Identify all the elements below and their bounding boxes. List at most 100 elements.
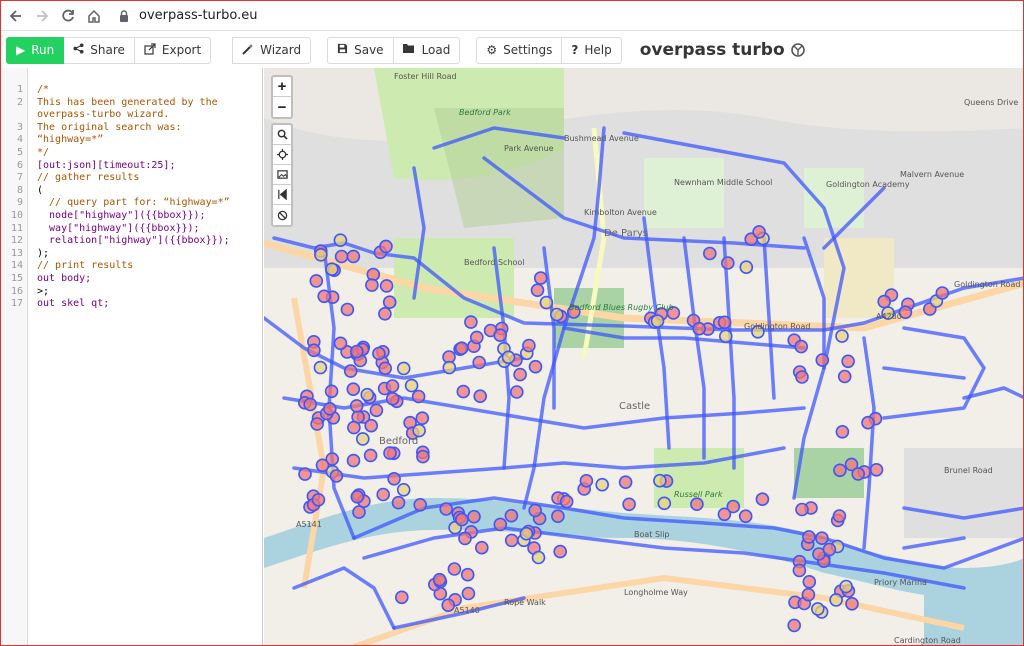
highway-node[interactable] (412, 423, 426, 438)
highway-node[interactable] (472, 355, 486, 370)
highway-node[interactable] (460, 567, 475, 582)
highway-node[interactable] (311, 492, 326, 507)
highway-node[interactable] (549, 307, 564, 322)
highway-node[interactable] (309, 274, 324, 288)
home-icon[interactable] (83, 5, 105, 27)
highway-node[interactable] (752, 225, 766, 239)
highway-node[interactable] (801, 587, 816, 602)
highway-node[interactable] (378, 361, 392, 376)
image-icon[interactable] (273, 165, 291, 185)
wizard-button[interactable]: Wizard (232, 36, 312, 64)
query-editor[interactable]: 1 /* 2 This has been generated by the overpa… (1, 68, 263, 645)
highway-node[interactable] (595, 477, 610, 492)
highway-node[interactable] (356, 432, 370, 446)
highway-node[interactable] (432, 572, 447, 587)
forward-icon[interactable] (31, 5, 53, 27)
highway-node[interactable] (833, 463, 847, 478)
highway-node[interactable] (442, 360, 457, 375)
highway-node[interactable] (618, 475, 633, 490)
map-canvas[interactable] (264, 68, 1024, 646)
locate-icon[interactable] (273, 145, 291, 165)
highway-node[interactable] (334, 249, 349, 264)
highway-node[interactable] (690, 497, 704, 512)
highway-node[interactable] (720, 256, 735, 270)
highway-node[interactable] (579, 473, 594, 488)
highway-node[interactable] (369, 403, 384, 418)
highway-node[interactable] (333, 336, 348, 351)
highway-node[interactable] (845, 596, 859, 611)
highway-node[interactable] (413, 497, 427, 512)
highway-node[interactable] (717, 315, 732, 330)
highway-node[interactable] (396, 361, 411, 376)
highway-node[interactable] (837, 369, 852, 384)
highway-node[interactable] (395, 590, 409, 605)
highway-node[interactable] (792, 563, 807, 578)
highway-node[interactable] (385, 379, 400, 393)
highway-node[interactable] (822, 542, 837, 557)
highway-node[interactable] (802, 574, 817, 589)
highway-node[interactable] (365, 278, 379, 292)
highway-node[interactable] (810, 602, 825, 616)
highway-node[interactable] (416, 449, 430, 464)
load-button[interactable]: Load (393, 36, 461, 64)
highway-node[interactable] (360, 387, 375, 402)
no-data-icon[interactable] (273, 205, 291, 225)
highway-node[interactable] (692, 321, 707, 336)
highway-node[interactable] (851, 467, 866, 481)
highway-node[interactable] (531, 550, 546, 565)
highway-node[interactable] (372, 346, 386, 361)
highway-node[interactable] (314, 248, 328, 262)
map-view[interactable]: Foster Hill Road Bedford Park Park Avenue N… (264, 68, 1024, 646)
run-button[interactable]: ▶ Run (6, 36, 65, 64)
highway-node[interactable] (795, 502, 809, 517)
highway-node[interactable] (455, 512, 469, 527)
highway-node[interactable] (313, 360, 328, 375)
highway-node[interactable] (815, 353, 830, 367)
highway-node[interactable] (802, 530, 816, 544)
highway-node[interactable] (533, 271, 548, 285)
zoom-in-button[interactable]: + (273, 77, 291, 97)
fit-data-icon[interactable] (273, 185, 291, 205)
reload-icon[interactable] (57, 5, 79, 27)
highway-node[interactable] (346, 382, 361, 397)
highway-node[interactable] (829, 593, 843, 607)
highway-node[interactable] (467, 509, 481, 524)
highway-node[interactable] (539, 295, 554, 310)
highway-node[interactable] (650, 314, 665, 328)
highway-node[interactable] (346, 249, 361, 264)
highway-node[interactable] (755, 492, 770, 507)
highway-node[interactable] (702, 246, 717, 261)
highway-node[interactable] (493, 517, 508, 532)
highway-node[interactable] (298, 467, 312, 481)
export-button[interactable]: Export (134, 36, 212, 64)
highway-node[interactable] (504, 508, 519, 523)
highway-node[interactable] (935, 286, 950, 300)
highway-node[interactable] (461, 586, 476, 601)
highway-node[interactable] (324, 384, 339, 399)
highway-node[interactable] (835, 329, 849, 343)
highway-node[interactable] (350, 344, 364, 359)
zoom-out-button[interactable]: − (273, 97, 291, 117)
highway-node[interactable] (387, 471, 401, 486)
highway-node[interactable] (717, 507, 732, 522)
url-bar[interactable]: overpass-turbo.eu (117, 8, 257, 23)
highway-node[interactable] (349, 399, 364, 413)
highway-node[interactable] (861, 415, 875, 430)
highway-node[interactable] (439, 502, 453, 516)
highway-node[interactable] (404, 378, 419, 393)
highway-node[interactable] (415, 411, 430, 426)
highway-node[interactable] (869, 462, 884, 477)
highway-node[interactable] (325, 262, 339, 276)
highway-node[interactable] (363, 448, 378, 463)
highway-node[interactable] (464, 315, 478, 329)
highway-node[interactable] (528, 359, 543, 374)
save-button[interactable]: Save (327, 36, 394, 64)
settings-button[interactable]: ⚙ Settings (476, 36, 563, 64)
highway-node[interactable] (835, 424, 850, 439)
highway-node[interactable] (333, 233, 348, 247)
highway-node[interactable] (513, 367, 527, 382)
highway-node[interactable] (510, 385, 524, 399)
highway-node[interactable] (376, 487, 390, 502)
highway-node[interactable] (473, 389, 487, 404)
highway-node[interactable] (396, 482, 411, 497)
